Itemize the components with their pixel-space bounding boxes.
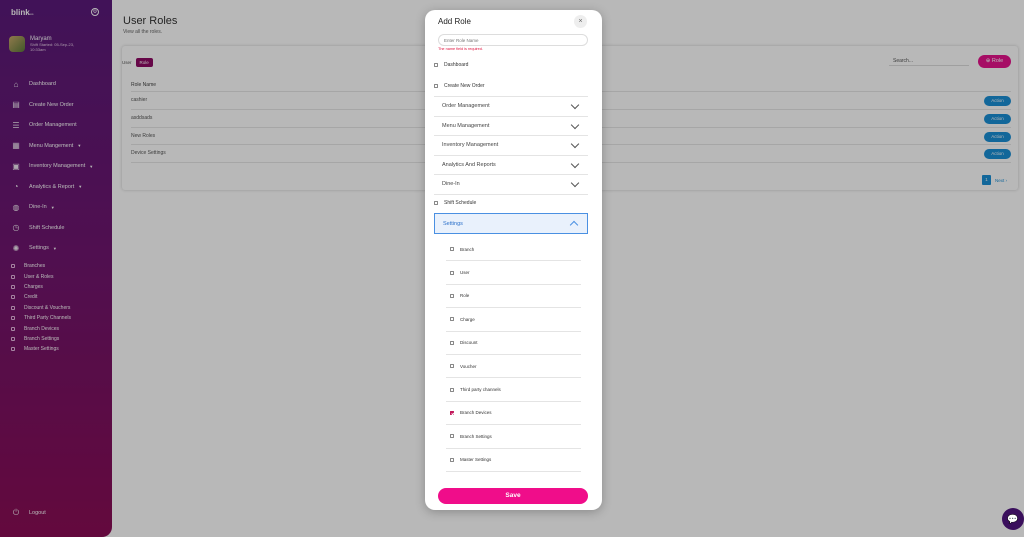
accordion-label: Menu Management bbox=[442, 122, 490, 129]
chevron-down-icon bbox=[570, 178, 580, 188]
checkbox[interactable] bbox=[434, 201, 438, 205]
permission-label: Third party channels bbox=[460, 387, 501, 393]
checkbox[interactable] bbox=[450, 340, 454, 345]
accordion-label: Analytics And Reports bbox=[442, 161, 496, 168]
permission-label: Create New Order bbox=[444, 83, 485, 89]
accordion-label: Settings bbox=[443, 220, 463, 227]
checkbox[interactable] bbox=[450, 457, 454, 462]
chevron-down-icon bbox=[570, 100, 580, 110]
chevron-down-icon bbox=[570, 159, 580, 168]
permission-label: Discount bbox=[460, 340, 478, 346]
accordion-analytics-and-reports[interactable]: Analytics And Reports bbox=[434, 154, 588, 175]
permission-label: Dashboard bbox=[444, 62, 469, 68]
close-icon[interactable]: × bbox=[574, 15, 587, 28]
accordion-settings[interactable]: Settings bbox=[434, 213, 588, 234]
accordion-label: Inventory Management bbox=[442, 142, 499, 149]
checkbox[interactable] bbox=[450, 270, 454, 275]
role-name-input[interactable] bbox=[438, 34, 588, 46]
permission-label: Charge bbox=[460, 316, 475, 322]
permission-shift-schedule[interactable]: Shift Schedule bbox=[434, 200, 588, 206]
modal-title: Add Role bbox=[438, 17, 471, 26]
chevron-down-icon bbox=[570, 120, 580, 129]
permission-label: Branch bbox=[460, 246, 475, 252]
accordion-order-management[interactable]: Order Management bbox=[434, 96, 588, 116]
accordion-menu-management[interactable]: Menu Management bbox=[434, 115, 588, 136]
accordion-label: Order Management bbox=[442, 103, 490, 110]
permission-role[interactable]: Role bbox=[446, 285, 581, 309]
permission-label: Branch Devices bbox=[460, 410, 492, 416]
permission-third-party-channels[interactable]: Third party channels bbox=[446, 378, 581, 402]
divider bbox=[434, 193, 588, 195]
add-role-modal: Add Role × The name field is required. S… bbox=[425, 10, 602, 510]
accordion-dine-in[interactable]: Dine-In bbox=[434, 174, 588, 194]
permission-label: Role bbox=[460, 293, 470, 299]
permission-branch[interactable]: Branch bbox=[446, 238, 581, 262]
save-button[interactable]: Save bbox=[438, 488, 588, 504]
permission-charge[interactable]: Charge bbox=[446, 308, 581, 332]
chat-bubble-icon[interactable]: 💬 bbox=[1002, 508, 1024, 530]
checkbox[interactable] bbox=[434, 84, 438, 88]
accordion-label: Dine-In bbox=[442, 181, 460, 188]
permission-dashboard[interactable]: Dashboard bbox=[434, 62, 588, 68]
permission-branch-devices[interactable]: Branch Devices bbox=[446, 402, 581, 426]
permission-create-new-order[interactable]: Create New Order bbox=[434, 83, 588, 89]
permission-master-settings[interactable]: Master Settings bbox=[446, 449, 581, 472]
permission-discount[interactable]: Discount bbox=[446, 332, 581, 355]
permission-label: Shift Schedule bbox=[444, 200, 477, 206]
name-error-message: The name field is required. bbox=[438, 47, 483, 51]
checkbox[interactable] bbox=[450, 387, 454, 392]
checkbox[interactable] bbox=[450, 434, 454, 439]
chevron-down-icon bbox=[570, 139, 580, 149]
checkbox[interactable] bbox=[450, 410, 454, 415]
permission-label: Branch Settings bbox=[460, 433, 492, 439]
permission-label: Voucher bbox=[460, 363, 477, 369]
permission-label: Master Settings bbox=[460, 457, 492, 463]
checkbox[interactable] bbox=[450, 317, 454, 322]
checkbox[interactable] bbox=[450, 247, 454, 252]
accordion-inventory-management[interactable]: Inventory Management bbox=[434, 135, 588, 155]
chevron-up-icon bbox=[569, 220, 579, 230]
permission-branch-settings[interactable]: Branch Settings bbox=[446, 425, 581, 449]
checkbox[interactable] bbox=[450, 293, 454, 298]
checkbox[interactable] bbox=[450, 364, 454, 369]
permission-user[interactable]: User bbox=[446, 261, 581, 285]
permission-voucher[interactable]: Voucher bbox=[446, 355, 581, 379]
checkbox[interactable] bbox=[434, 63, 438, 67]
permission-label: User bbox=[460, 270, 470, 276]
